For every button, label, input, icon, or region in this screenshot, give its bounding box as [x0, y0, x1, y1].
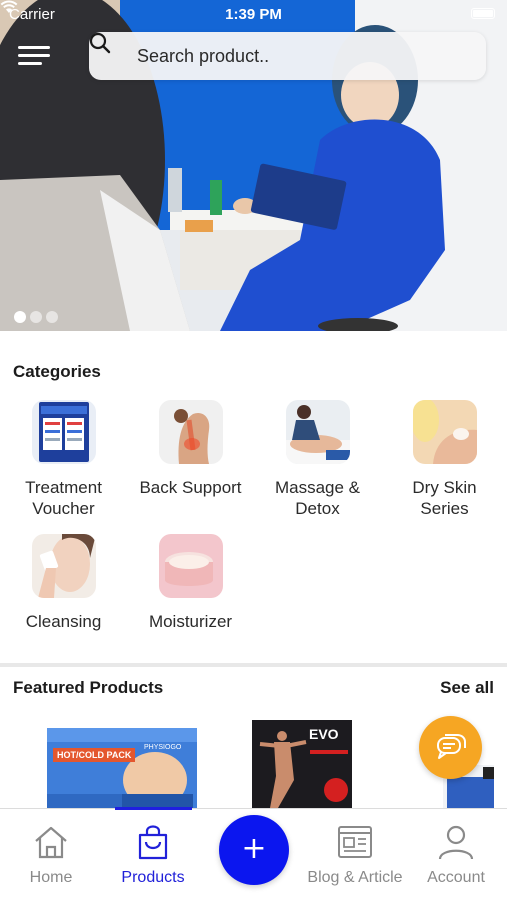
- product-tag: EVO: [309, 726, 339, 742]
- nav-label: Blog & Article: [307, 869, 403, 886]
- category-back-support[interactable]: Back Support: [127, 400, 254, 498]
- category-cleansing[interactable]: Cleansing: [0, 534, 127, 632]
- nav-account[interactable]: Account: [410, 809, 502, 900]
- section-divider: [0, 663, 507, 667]
- massage-image: [285, 400, 350, 464]
- product-card-evo[interactable]: EVO: [252, 720, 352, 808]
- product-tag: HOT/COLD PACK: [53, 748, 136, 762]
- product-card-hot-cold-pack[interactable]: HOT/COLD PACK PHYSIOGO: [47, 728, 197, 808]
- status-bar: Carrier 1:39 PM: [0, 0, 507, 28]
- cleansing-image: [31, 534, 96, 598]
- product-brand: PHYSIOGO: [144, 744, 182, 751]
- nav-blog-article[interactable]: Blog & Article: [300, 809, 410, 900]
- status-time: 1:39 PM: [225, 6, 282, 23]
- shopping-bag-icon: [138, 825, 168, 860]
- category-massage-detox[interactable]: Massage & Detox: [254, 400, 381, 519]
- voucher-image: [31, 400, 96, 464]
- categories-title: Categories: [13, 362, 101, 381]
- nav-label: Products: [121, 869, 185, 886]
- search-input[interactable]: [137, 32, 467, 80]
- category-label: Cleansing: [25, 612, 102, 631]
- see-all-link[interactable]: See all: [440, 678, 494, 698]
- nav-label: Account: [427, 869, 485, 886]
- hero-banner[interactable]: Carrier 1:39 PM: [0, 0, 507, 331]
- nav-label: Home: [29, 869, 73, 886]
- featured-title: Featured Products: [13, 678, 164, 697]
- battery-icon: [471, 8, 495, 19]
- category-label: Dry Skin Series: [412, 478, 477, 518]
- moisturizer-image: [158, 534, 223, 598]
- category-label: Treatment Voucher: [25, 478, 102, 518]
- nav-home[interactable]: Home: [0, 809, 102, 900]
- category-label: Massage & Detox: [274, 478, 361, 518]
- chat-button[interactable]: [419, 716, 482, 779]
- carousel-indicator: [14, 311, 58, 323]
- search-bar[interactable]: [89, 32, 486, 80]
- plus-icon: +: [241, 831, 267, 866]
- carousel-dot[interactable]: [30, 311, 42, 323]
- chat-icon: [437, 734, 466, 759]
- dry-skin-image: [412, 400, 477, 464]
- active-tab-indicator: [115, 807, 192, 810]
- menu-icon[interactable]: [18, 44, 52, 68]
- category-label: Moisturizer: [148, 612, 233, 631]
- category-label: Back Support: [139, 478, 242, 497]
- category-dry-skin-series[interactable]: Dry Skin Series: [381, 400, 507, 519]
- carousel-dot[interactable]: [46, 311, 58, 323]
- nav-products[interactable]: Products: [102, 809, 204, 900]
- category-treatment-voucher[interactable]: Treatment Voucher: [0, 400, 127, 519]
- product-image: [47, 728, 197, 808]
- search-icon: [89, 32, 111, 54]
- category-moisturizer[interactable]: Moisturizer: [127, 534, 254, 632]
- carousel-dot-active[interactable]: [14, 311, 26, 323]
- article-icon: [338, 826, 372, 858]
- add-button[interactable]: +: [219, 815, 289, 885]
- home-icon: [35, 826, 67, 859]
- back-image: [158, 400, 223, 464]
- user-icon: [438, 825, 474, 860]
